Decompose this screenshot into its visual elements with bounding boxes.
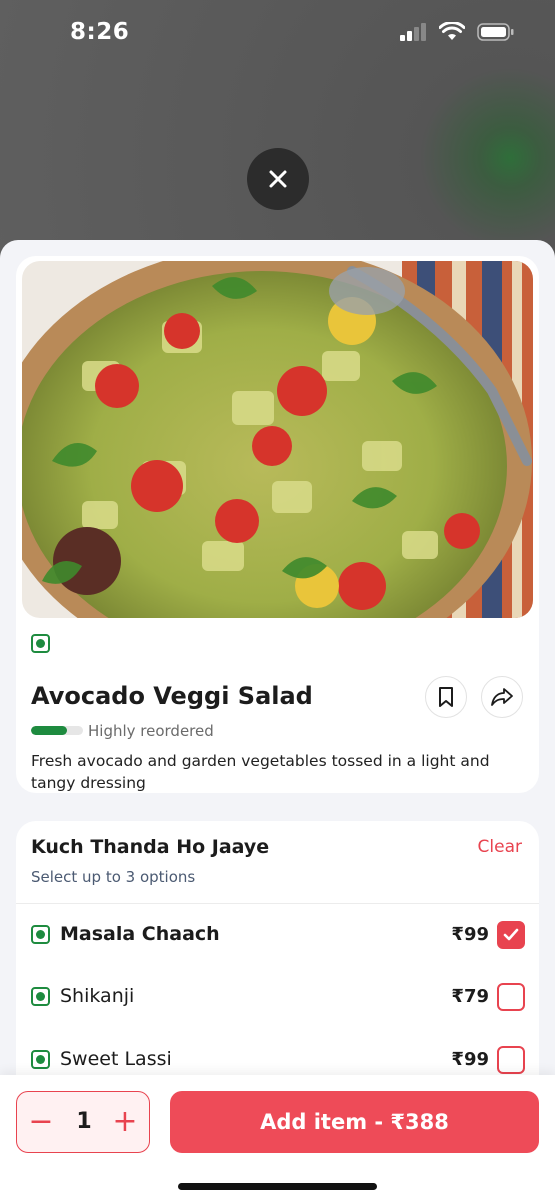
addon-option-price: ₹79 (451, 986, 489, 1007)
addon-group-title: Kuch Thanda Ho Jaaye (31, 836, 270, 858)
battery-icon (477, 23, 514, 41)
quantity-stepper: − 1 + (16, 1091, 150, 1153)
wifi-icon (439, 22, 465, 40)
veg-indicator-icon (31, 987, 50, 1006)
increase-quantity-button[interactable]: + (105, 1101, 145, 1141)
share-icon (491, 688, 513, 706)
divider (16, 903, 539, 904)
addon-option-masala-chaach[interactable]: Masala Chaach ₹99 (16, 917, 539, 957)
reorder-label: Highly reordered (88, 722, 214, 740)
bookmark-button[interactable] (425, 676, 467, 718)
checkmark-icon (503, 928, 519, 941)
reorder-meter (31, 726, 83, 735)
addon-option-price: ₹99 (451, 1049, 489, 1070)
item-card: Avocado Veggi Salad Highly reordered Fre… (16, 256, 539, 793)
addon-option-name: Sweet Lassi (60, 1048, 172, 1070)
reorder-meter-fill (31, 726, 68, 735)
item-description: Fresh avocado and garden vegetables toss… (31, 752, 490, 792)
addon-option-price: ₹99 (451, 924, 489, 945)
addon-option-shikanji[interactable]: Shikanji ₹79 (16, 979, 539, 1019)
bookmark-icon (439, 687, 453, 707)
addon-option-name: Shikanji (60, 985, 135, 1007)
addon-option-checkbox[interactable] (497, 1046, 525, 1074)
close-button[interactable] (247, 148, 309, 210)
veg-indicator-icon (31, 1050, 50, 1069)
veg-indicator-icon (31, 925, 50, 944)
addon-option-name: Masala Chaach (60, 923, 220, 945)
addon-option-checkbox[interactable] (497, 921, 525, 949)
share-button[interactable] (481, 676, 523, 718)
addon-option-checkbox[interactable] (497, 983, 525, 1011)
item-title: Avocado Veggi Salad (31, 682, 313, 710)
clear-button[interactable]: Clear (478, 837, 522, 857)
home-indicator (178, 1183, 377, 1190)
veg-indicator-icon (31, 634, 50, 653)
bottom-action-bar: − 1 + Add item - ₹388 (0, 1075, 555, 1200)
status-time: 8:26 (70, 19, 130, 45)
item-photo (22, 261, 533, 618)
decrease-quantity-button[interactable]: − (21, 1101, 61, 1141)
addon-group-subtitle: Select up to 3 options (31, 868, 196, 886)
signal-icon (400, 23, 426, 41)
item-detail-sheet: Avocado Veggi Salad Highly reordered Fre… (0, 240, 555, 1200)
status-bar: 8:26 (0, 0, 555, 66)
status-icons (399, 22, 515, 42)
add-item-button[interactable]: Add item - ₹388 (170, 1091, 539, 1153)
close-icon (269, 170, 287, 188)
quantity-value: 1 (76, 1109, 92, 1134)
